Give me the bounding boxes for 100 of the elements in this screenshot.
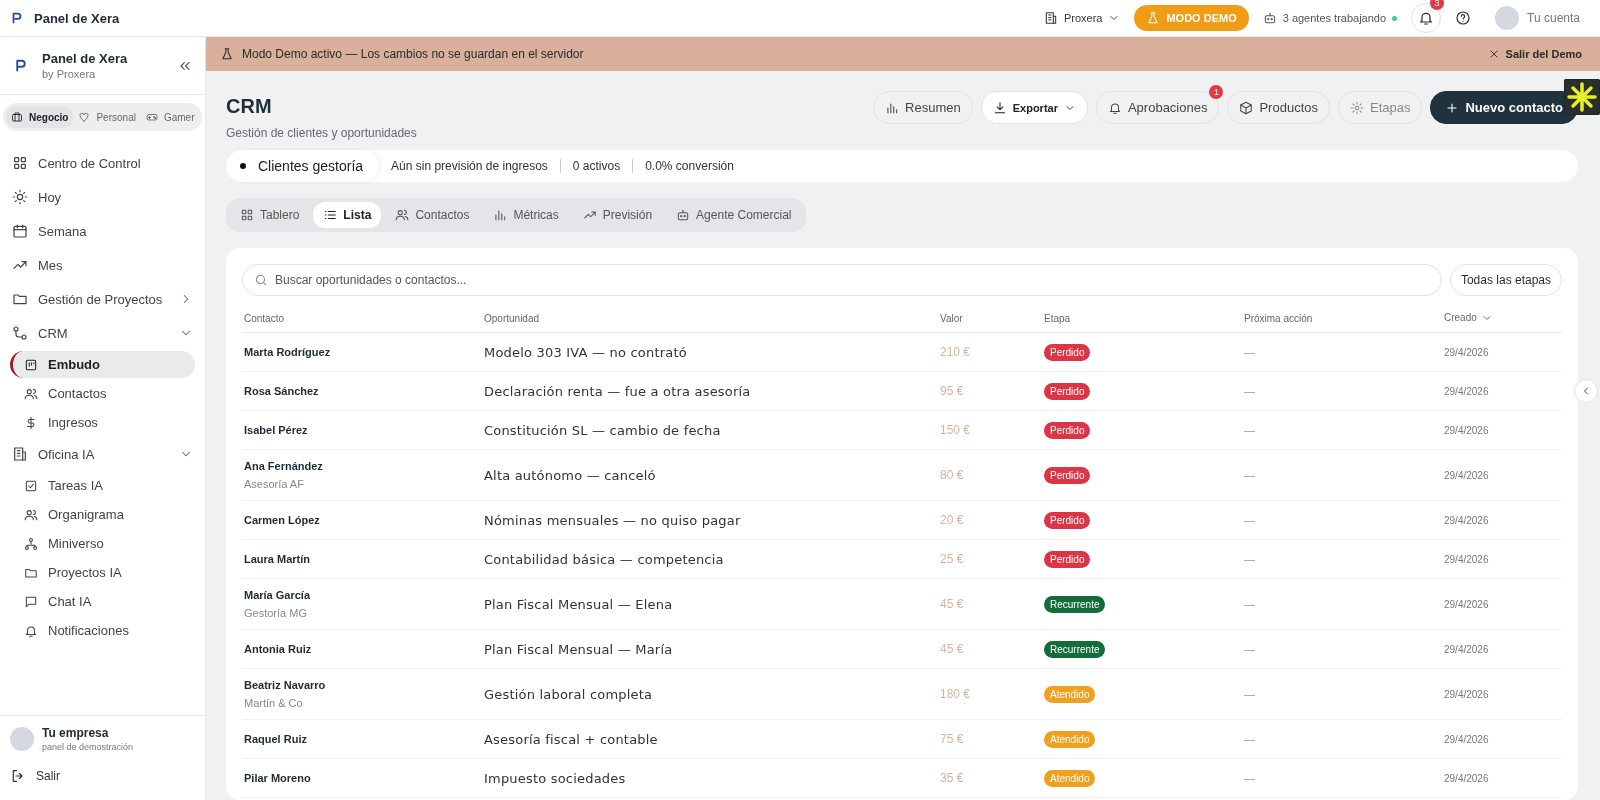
table-cell: 45 € — [938, 629, 1042, 669]
mode-tab[interactable]: Gamer — [140, 106, 200, 128]
bell-icon — [24, 623, 38, 638]
column-header: Valor — [940, 312, 963, 324]
pipeline-selector[interactable]: Clientes gestoría — [226, 150, 380, 182]
download-icon — [992, 100, 1007, 115]
board-icon — [24, 357, 38, 372]
folder-icon — [12, 291, 28, 307]
new-contact-button[interactable]: Nuevo contacto — [1430, 91, 1578, 124]
toolbar-button[interactable]: Exportar — [980, 91, 1088, 124]
table-cell: — — [1242, 371, 1442, 411]
account-link[interactable]: Tu cuenta — [1527, 11, 1580, 25]
notification-badge: 3 — [1430, 0, 1445, 10]
table-cell: 150 € — [938, 410, 1042, 450]
active-count: 0 activos — [559, 159, 633, 173]
nav-subitem[interactable]: Ingresos — [10, 409, 195, 436]
table-cell: Nóminas mensuales — no quiso pagar — [482, 500, 938, 540]
grid-icon — [240, 208, 254, 222]
building-icon — [1043, 11, 1058, 25]
nav-subitem[interactable]: Miniverso — [10, 530, 195, 557]
flask-icon — [220, 47, 234, 61]
table-cell: 25 € — [938, 539, 1042, 579]
view-tab[interactable]: Métricas — [483, 202, 569, 228]
checkbox-icon — [24, 478, 38, 493]
table-cell: 45 € — [938, 578, 1042, 630]
table-cell: 180 € — [938, 668, 1042, 720]
stage-badge: Atendido — [1044, 686, 1096, 704]
table-cell: — — [1242, 719, 1442, 759]
table-cell: 29/4/2026 — [1442, 371, 1562, 411]
company-subtitle: panel de demostración — [42, 742, 135, 752]
nav-subitem[interactable]: Embudo — [10, 351, 195, 378]
stage-badge: Recurrente — [1044, 641, 1106, 659]
nav-item[interactable]: Semana — [10, 215, 195, 247]
table-cell: 95 € — [938, 371, 1042, 411]
table-cell: 29/4/2026 — [1442, 758, 1562, 798]
column-header: Oportunidad — [484, 312, 540, 324]
count-badge: 1 — [1209, 85, 1224, 99]
trend-icon — [582, 208, 597, 222]
view-tab[interactable]: Contactos — [385, 202, 480, 228]
view-tab[interactable]: Tablero — [230, 202, 310, 228]
nav-subitem[interactable]: Contactos — [10, 380, 195, 407]
app-title: Panel de Xera — [34, 10, 120, 26]
network-icon — [24, 536, 38, 551]
table-cell: 29/4/2026 — [1442, 629, 1562, 669]
nav-item[interactable]: Gestión de Proyectos — [10, 283, 195, 315]
organization-dropdown[interactable]: Proxera — [1043, 11, 1121, 25]
help-icon[interactable] — [1455, 10, 1472, 26]
table-cell: — — [1242, 449, 1442, 501]
avatar — [10, 727, 34, 751]
conversion-rate: 0.0% conversión — [632, 159, 746, 173]
nav-subitem[interactable]: Chat IA — [10, 588, 195, 615]
table-cell: 210 € — [938, 332, 1042, 372]
logout-button[interactable]: Salir — [10, 768, 60, 784]
nav-item[interactable]: Mes — [10, 249, 195, 281]
sun-icon — [12, 189, 28, 205]
stage-badge: Atendido — [1044, 770, 1096, 788]
robot-icon — [676, 208, 691, 222]
toolbar-button[interactable]: Productos — [1227, 91, 1330, 124]
nav-item[interactable]: Centro de Control — [10, 147, 195, 179]
nav-subitem[interactable]: Proyectos IA — [10, 559, 195, 586]
nav-subitem[interactable]: Organigrama — [10, 501, 195, 528]
contact-name: Marta Rodríguez — [244, 346, 332, 359]
stage-badge: Perdido — [1044, 467, 1091, 485]
search-field[interactable]: Buscar oportunidades o contactos... — [242, 264, 1442, 296]
table-cell: 29/4/2026 — [1442, 668, 1562, 720]
bell-icon — [1107, 100, 1122, 115]
table-cell: Declaración renta — fue a otra asesoría — [482, 371, 938, 411]
exit-demo-button[interactable]: Salir del Demo — [1487, 48, 1582, 60]
chat-icon — [24, 594, 38, 609]
table-cell: Constitución SL — cambio de fecha — [482, 410, 938, 450]
table-cell: — — [1242, 500, 1442, 540]
mode-tab[interactable]: Personal — [73, 106, 141, 128]
view-tab[interactable]: Agente Comercial — [666, 202, 802, 228]
calendar-icon — [12, 223, 28, 239]
view-tab[interactable]: Previsión — [572, 202, 663, 228]
users-icon — [24, 386, 38, 401]
nav-item[interactable]: Hoy — [10, 181, 195, 213]
logo-icon — [10, 11, 24, 25]
nav-subitem[interactable]: Tareas IA — [10, 472, 195, 499]
robot-icon — [1262, 11, 1277, 25]
nav-item[interactable]: Oficina IA — [10, 438, 195, 470]
bar-chart-icon — [493, 208, 508, 222]
stage-badge: Perdido — [1044, 344, 1091, 362]
company-name: Martín & Co — [244, 697, 304, 710]
banner-text: Modo Demo activo — Los cambios no se guardan en el servidor — [242, 47, 584, 61]
toolbar-button[interactable]: Resumen — [873, 91, 973, 124]
nav-subitem[interactable]: Notificaciones — [10, 617, 195, 644]
contact-name: Antonia Ruiz — [244, 643, 313, 656]
stage-badge: Perdido — [1044, 551, 1091, 569]
table-cell: 29/4/2026 — [1442, 539, 1562, 579]
mode-tab[interactable]: Negocio — [6, 106, 74, 128]
stage-badge: Perdido — [1044, 422, 1091, 440]
contact-name: Pilar Moreno — [244, 772, 312, 785]
sparkle-widget-icon[interactable] — [1564, 79, 1600, 115]
bar-chart-icon — [885, 100, 900, 115]
building-icon — [12, 446, 28, 462]
nav-item[interactable]: CRM — [10, 317, 195, 349]
agents-status: 3 agentes trabajando — [1282, 12, 1387, 24]
view-tab[interactable]: Lista — [313, 202, 382, 228]
column-header: Creado — [1444, 312, 1477, 323]
